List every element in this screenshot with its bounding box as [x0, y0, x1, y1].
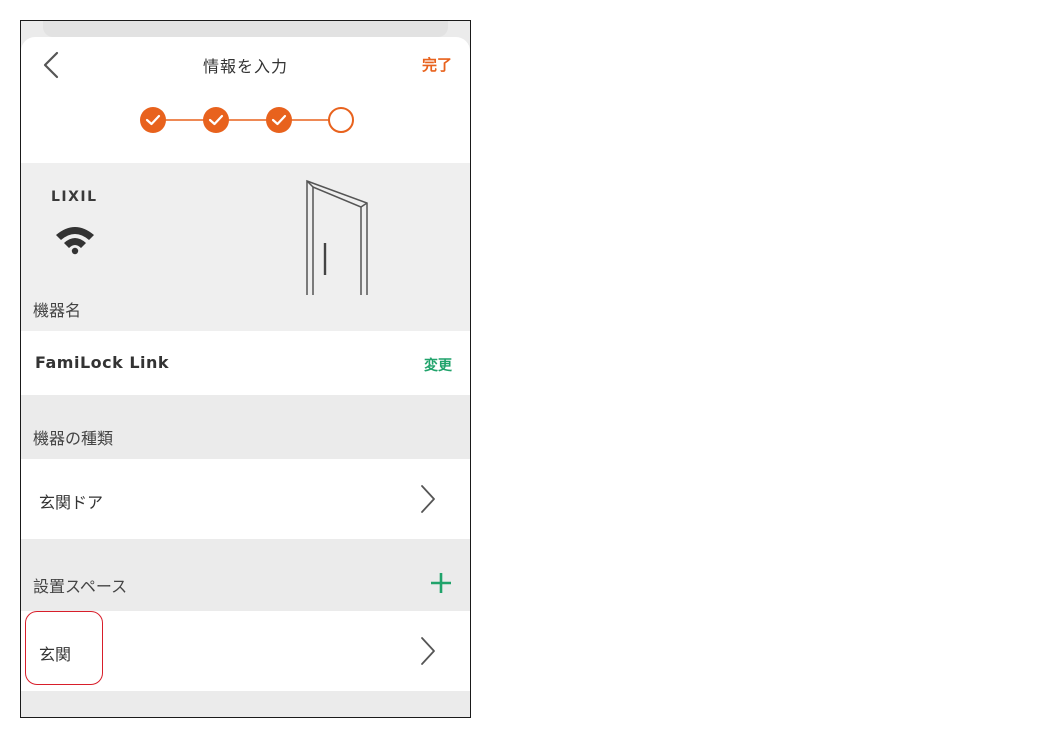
chevron-right-icon [421, 637, 435, 665]
done-button[interactable]: 完了 [422, 54, 452, 75]
device-type-value: 玄関ドア [39, 493, 104, 512]
progress-stepper [140, 107, 354, 133]
door-icon [306, 179, 368, 295]
device-type-label: 機器の種類 [33, 429, 114, 448]
wifi-icon [56, 227, 94, 255]
brand-label: LIXIL [51, 189, 98, 205]
page-title: 情報を入力 [202, 57, 288, 76]
device-type-row[interactable]: 玄関ドア [21, 459, 470, 539]
change-button[interactable]: 変更 [424, 355, 452, 375]
highlight-annotation [25, 611, 103, 685]
install-space-label: 設置スペース [33, 577, 128, 596]
device-name-row: FamiLock Link 変更 [21, 331, 470, 395]
header-sheet: 情報を入力 完了 [21, 37, 470, 163]
chevron-right-icon [421, 485, 435, 513]
step-4-current [328, 107, 354, 133]
add-space-plus-icon[interactable] [428, 570, 454, 596]
device-name-value: FamiLock Link [35, 353, 170, 372]
step-3-complete [266, 107, 292, 133]
step-1-complete [140, 107, 166, 133]
app-screen: 情報を入力 完了 LIXIL 機器名 FamiLock Link 変更 機器の種… [20, 20, 471, 718]
device-preview: LIXIL [21, 163, 470, 351]
step-2-complete [203, 107, 229, 133]
sheet-backdrop [43, 21, 448, 37]
device-name-label: 機器名 [33, 301, 82, 320]
